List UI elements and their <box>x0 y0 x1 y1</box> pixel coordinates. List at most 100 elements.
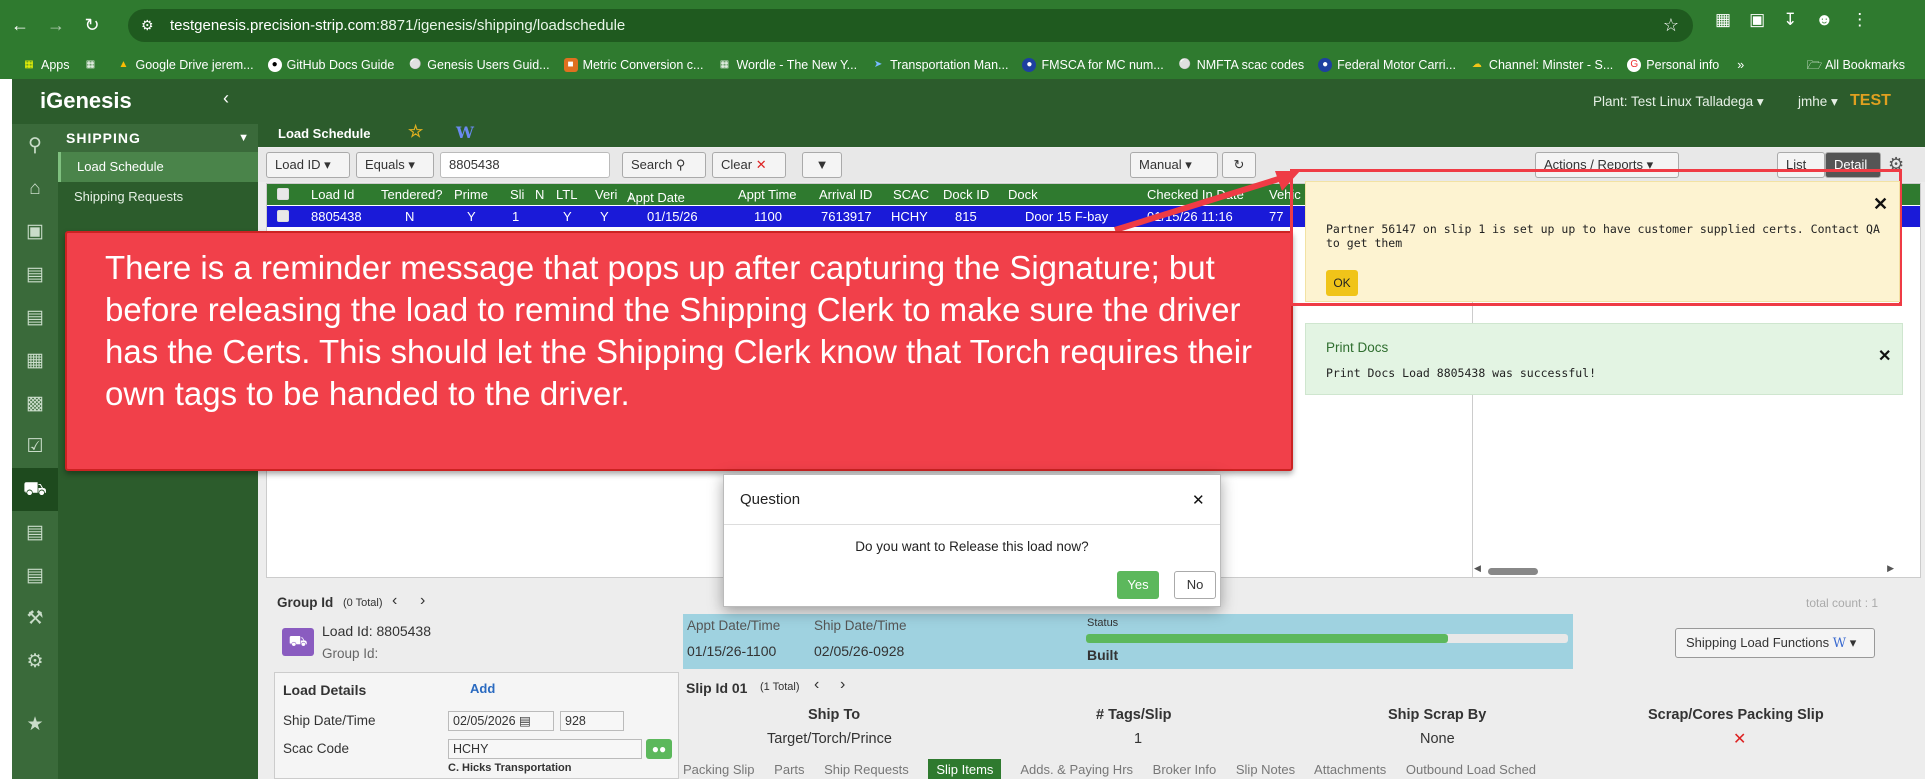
yes-button[interactable]: Yes <box>1117 571 1159 599</box>
tab-attachments[interactable]: Attachments <box>1314 762 1386 777</box>
favorite-star-icon[interactable]: ☆ <box>408 122 423 142</box>
clipboard-check-icon[interactable]: ☑ <box>12 425 58 468</box>
bookmark-github[interactable]: ● GitHub Docs Guide <box>267 57 394 72</box>
plant-selector[interactable]: Plant: Test Linux Talladega ▾ <box>1593 94 1764 110</box>
tab-parts[interactable]: Parts <box>774 762 804 777</box>
download-icon[interactable]: ↧ <box>1783 10 1797 30</box>
col-appt-date[interactable]: Appt Date ↓ <box>627 187 685 205</box>
close-icon[interactable]: ✕ <box>1192 491 1205 509</box>
col-load-id[interactable]: Load Id <box>311 187 354 202</box>
invoice-icon[interactable]: ▤ <box>12 511 58 554</box>
tab-slip-items[interactable]: Slip Items <box>928 759 1002 779</box>
clear-button[interactable]: Clear ✕ <box>712 152 786 178</box>
reload-icon[interactable]: ↻ <box>76 9 108 41</box>
menu-icon[interactable]: ⋮ <box>1851 10 1868 30</box>
field-select[interactable]: Load ID ▾ <box>266 152 350 178</box>
truck-icon[interactable]: ⛟ <box>12 468 58 511</box>
col-prime[interactable]: Prime <box>454 187 488 202</box>
add-link[interactable]: Add <box>470 681 495 696</box>
tab-outbound-load-sched[interactable]: Outbound Load Sched <box>1406 762 1536 777</box>
group-next-icon[interactable]: › <box>420 592 425 610</box>
nav-section-header[interactable]: SHIPPING ▼ <box>58 124 258 152</box>
calendar-icon[interactable]: ▤ <box>519 714 531 728</box>
bookmarks-overflow-icon[interactable]: » <box>1737 58 1744 72</box>
bookmark-personal[interactable]: G Personal info <box>1627 57 1719 72</box>
chart-icon[interactable]: ▤ <box>12 554 58 597</box>
slip-next-icon[interactable]: › <box>840 676 845 694</box>
warehouse-icon[interactable]: ▤ <box>12 253 58 296</box>
ok-button[interactable]: OK <box>1326 270 1358 296</box>
binoculars-icon[interactable]: ●● <box>646 739 672 759</box>
bookmark-genesis[interactable]: ⚪ Genesis Users Guid... <box>408 58 550 72</box>
bookmark-grid[interactable]: ▦ <box>84 58 103 72</box>
bookmark-channel[interactable]: ☁ Channel: Minster - S... <box>1470 58 1613 72</box>
scroll-thumb[interactable] <box>1488 568 1538 575</box>
scroll-right-icon[interactable]: ▶ <box>1887 563 1894 574</box>
calendar-icon[interactable]: ▦ <box>12 339 58 382</box>
forward-icon[interactable]: → <box>40 9 72 41</box>
bookmark-metric[interactable]: ■ Metric Conversion c... <box>563 57 703 72</box>
factory-icon[interactable]: ▩ <box>12 382 58 425</box>
filter-button[interactable]: ▼ <box>802 152 842 178</box>
close-icon[interactable]: ✕ <box>1878 346 1891 366</box>
favorites-icon[interactable]: ★ <box>12 703 58 746</box>
col-slips[interactable]: Sli <box>510 187 524 202</box>
bookmark-transport[interactable]: ➤ Transportation Man... <box>871 58 1009 72</box>
col-appt-time[interactable]: Appt Time <box>738 187 797 202</box>
tab-adds-paying-hrs[interactable]: Adds. & Paying Hrs <box>1020 762 1133 777</box>
collapse-sidebar-icon[interactable]: ‹ <box>223 88 229 109</box>
nav-item-shipping-requests[interactable]: Shipping Requests <box>58 182 258 212</box>
shipping-load-functions-button[interactable]: Shipping Load Functions W ▾ <box>1675 628 1875 658</box>
back-icon[interactable]: ← <box>4 9 36 41</box>
col-tendered[interactable]: Tendered? <box>381 187 442 202</box>
user-menu[interactable]: jmhe ▾ <box>1798 94 1838 110</box>
tab-packing-slip[interactable]: Packing Slip <box>683 762 755 777</box>
profile-avatar-icon[interactable]: ☻ <box>1815 10 1833 30</box>
bookmark-federal[interactable]: ● Federal Motor Carri... <box>1318 57 1456 72</box>
all-bookmarks[interactable]: 🗁 All Bookmarks <box>1807 56 1905 77</box>
close-icon[interactable]: ✕ <box>1873 194 1888 215</box>
col-dock-id[interactable]: Dock ID <box>943 187 989 202</box>
home-icon[interactable]: ⌂ <box>12 167 58 210</box>
col-ltl[interactable]: LTL <box>556 187 577 202</box>
bookmark-nmfta[interactable]: ⚪ NMFTA scac codes <box>1178 58 1304 72</box>
row-checkbox[interactable] <box>277 210 289 222</box>
operator-select[interactable]: Equals ▾ <box>356 152 434 178</box>
horizontal-scrollbar[interactable]: ◀ ▶ <box>1474 563 1894 576</box>
wiki-icon[interactable]: W <box>456 123 474 142</box>
wrench-icon[interactable]: ⚒ <box>12 597 58 640</box>
no-button[interactable]: No <box>1174 571 1216 599</box>
slip-prev-icon[interactable]: ‹ <box>814 676 819 694</box>
bookmark-wordle[interactable]: ▦ Wordle - The New Y... <box>717 58 857 72</box>
site-info-icon[interactable]: ⚙ <box>141 17 154 34</box>
search-icon[interactable]: ⚲ <box>12 124 58 167</box>
search-button[interactable]: Search ⚲ <box>622 152 706 178</box>
search-input[interactable]: 8805438 <box>440 152 610 178</box>
ship-date-input[interactable]: 02/05/2026 ▤ <box>448 711 554 731</box>
bookmark-fmsca[interactable]: ● FMSCA for MC num... <box>1022 57 1164 72</box>
nav-item-load-schedule[interactable]: Load Schedule <box>58 152 258 182</box>
bookmark-drive[interactable]: ▲ Google Drive jerem... <box>117 58 254 72</box>
select-all-checkbox[interactable] <box>277 188 289 200</box>
group-prev-icon[interactable]: ‹ <box>392 592 397 610</box>
bookmark-apps[interactable]: ▦ Apps <box>22 58 69 72</box>
tab-ship-requests[interactable]: Ship Requests <box>824 762 909 777</box>
col-arrival-id[interactable]: Arrival ID <box>819 187 872 202</box>
extensions-icon[interactable]: ▦ <box>1715 10 1731 30</box>
bookmark-star-icon[interactable]: ☆ <box>1663 15 1679 36</box>
cast-icon[interactable]: ▣ <box>1749 10 1765 30</box>
col-dock[interactable]: Dock <box>1008 187 1038 202</box>
tab-slip-notes[interactable]: Slip Notes <box>1236 762 1295 777</box>
browser-actions: ▦ ▣ ↧ ☻ ⋮ <box>1715 10 1868 30</box>
forklift-icon[interactable]: ▣ <box>12 210 58 253</box>
settings-icon[interactable]: ⚙ <box>12 640 58 683</box>
scroll-left-icon[interactable]: ◀ <box>1474 563 1481 574</box>
col-scac[interactable]: SCAC <box>893 187 929 202</box>
document-icon[interactable]: ▤ <box>12 296 58 339</box>
address-bar[interactable]: ⚙ testgenesis.precision-strip.com:8871/i… <box>128 9 1693 42</box>
col-verified[interactable]: Veri <box>595 187 617 202</box>
col-n[interactable]: N <box>535 187 544 202</box>
scac-input[interactable]: HCHY <box>448 739 642 759</box>
tab-broker-info[interactable]: Broker Info <box>1153 762 1217 777</box>
ship-time-input[interactable]: 928 <box>560 711 624 731</box>
